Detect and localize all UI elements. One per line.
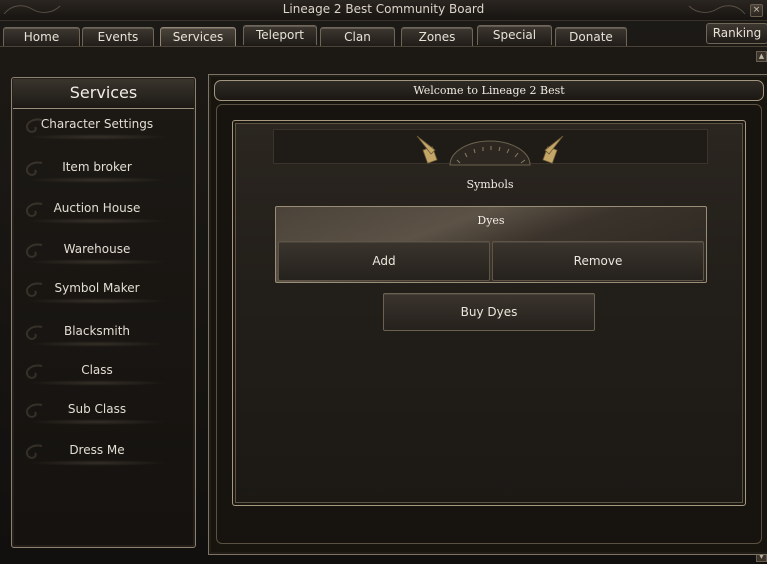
community-board-window: Lineage 2 Best Community Board × Home Ev… <box>0 0 767 564</box>
item-glow <box>26 380 168 386</box>
remove-dye-button[interactable]: Remove <box>492 241 704 281</box>
close-icon[interactable]: × <box>750 4 763 17</box>
sidebar-item-auction-house[interactable]: Auction House <box>16 198 178 224</box>
sidebar-item-label: Dress Me <box>69 443 125 457</box>
tab-zones[interactable]: Zones <box>401 27 473 47</box>
tab-events[interactable]: Events <box>82 27 154 47</box>
tab-divider <box>0 46 767 47</box>
tab-services[interactable]: Services <box>160 27 236 47</box>
sidebar-header: Services <box>13 79 194 109</box>
sidebar-item-label: Warehouse <box>63 242 131 256</box>
dyes-title: Dyes <box>477 214 505 227</box>
buy-dyes-button[interactable]: Buy Dyes <box>383 293 595 331</box>
item-glow <box>26 460 168 466</box>
tab-home[interactable]: Home <box>3 27 80 47</box>
item-glow <box>26 177 168 183</box>
tab-special[interactable]: Special <box>477 25 552 45</box>
tab-donate[interactable]: Donate <box>555 27 627 47</box>
add-dye-button[interactable]: Add <box>278 241 490 281</box>
sidebar-item-label: Item broker <box>62 160 132 174</box>
tab-teleport[interactable]: Teleport <box>243 25 317 45</box>
sidebar-item-sub-class[interactable]: Sub Class <box>16 399 178 425</box>
sidebar-item-dress-me[interactable]: Dress Me <box>16 440 178 466</box>
welcome-banner: Welcome to Lineage 2 Best <box>214 80 764 101</box>
item-glow <box>26 134 168 140</box>
scroll-up-icon[interactable]: ▲ <box>756 51 767 62</box>
sidebar-item-blacksmith[interactable]: Blacksmith <box>16 321 178 347</box>
sidebar-item-label: Sub Class <box>67 402 127 416</box>
sidebar-item-label: Class <box>81 363 113 377</box>
sidebar-item-label: Character Settings <box>40 117 154 131</box>
sidebar-item-class[interactable]: Class <box>16 360 178 386</box>
sidebar-item-item-broker[interactable]: Item broker <box>16 157 178 183</box>
sidebar-title: Services <box>69 83 138 102</box>
window-title: Lineage 2 Best Community Board <box>282 2 485 16</box>
sidebar-item-label: Auction House <box>53 201 141 215</box>
sidebar-item-symbol-maker[interactable]: Symbol Maker <box>16 278 178 304</box>
item-glow <box>26 218 168 224</box>
ranking-button[interactable]: Ranking <box>706 23 767 44</box>
title-bar[interactable]: Lineage 2 Best Community Board × <box>0 0 767 21</box>
sidebar-item-character-settings[interactable]: Character Settings <box>16 114 178 140</box>
sidebar-item-label: Symbol Maker <box>54 281 140 295</box>
item-glow <box>26 419 168 425</box>
sidebar-item-label: Blacksmith <box>63 324 131 338</box>
tab-clan[interactable]: Clan <box>320 27 395 47</box>
sidebar-item-warehouse[interactable]: Warehouse <box>16 239 178 265</box>
axes-emblem-icon <box>416 135 564 166</box>
services-sidebar: Services <box>11 77 196 548</box>
item-glow <box>26 259 168 265</box>
section-title-symbols: Symbols <box>466 178 514 191</box>
ornament-right-icon <box>688 5 746 15</box>
item-glow <box>26 341 168 347</box>
item-glow <box>26 298 168 304</box>
